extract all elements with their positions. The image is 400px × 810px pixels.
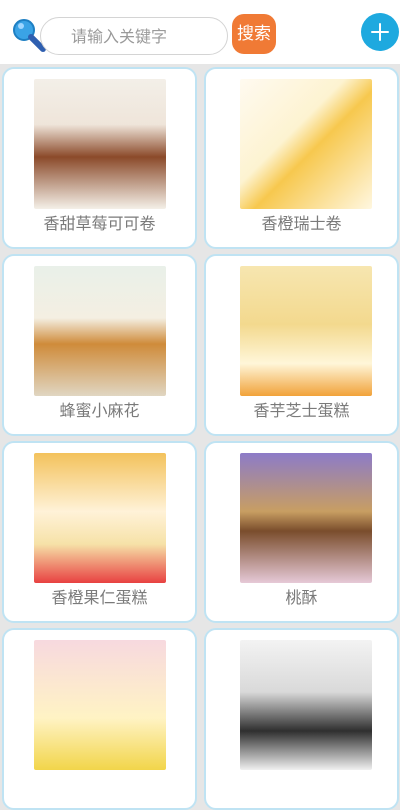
search-input[interactable]: 请输入关键字 (40, 17, 228, 55)
recipe-thumbnail (34, 266, 166, 396)
search-button[interactable]: 搜索 (232, 14, 276, 54)
recipe-card[interactable]: 桃酥 (204, 441, 399, 623)
recipe-card[interactable]: 香芋芝士蛋糕 (204, 254, 399, 436)
recipe-card[interactable]: 蜂蜜小麻花 (2, 254, 197, 436)
recipe-title: 蜂蜜小麻花 (59, 401, 140, 420)
recipe-title: 香芋芝士蛋糕 (253, 401, 350, 420)
recipe-thumbnail (240, 640, 372, 770)
recipe-thumbnail (34, 640, 166, 770)
recipe-thumbnail (240, 453, 372, 583)
top-bar: 请输入关键字 搜索 (0, 0, 400, 64)
recipe-card[interactable] (2, 628, 197, 810)
recipe-thumbnail (34, 453, 166, 583)
recipe-title: 香橙果仁蛋糕 (51, 588, 148, 607)
recipe-card[interactable] (204, 628, 399, 810)
recipe-title: 桃酥 (285, 588, 318, 607)
recipe-thumbnail (34, 79, 166, 209)
recipe-thumbnail (240, 266, 372, 396)
recipe-grid: 香甜草莓可可卷 香橙瑞士卷 蜂蜜小麻花 香芋芝士蛋糕 香橙果仁蛋糕 桃酥 (0, 64, 400, 810)
add-button[interactable] (361, 13, 399, 51)
search-placeholder: 请输入关键字 (71, 27, 168, 46)
recipe-card[interactable]: 香橙瑞士卷 (204, 67, 399, 249)
recipe-card[interactable]: 香橙果仁蛋糕 (2, 441, 197, 623)
recipe-thumbnail (240, 79, 372, 209)
recipe-title: 香橙瑞士卷 (261, 214, 342, 233)
recipe-card[interactable]: 香甜草莓可可卷 (2, 67, 197, 249)
recipe-title: 香甜草莓可可卷 (43, 214, 156, 233)
